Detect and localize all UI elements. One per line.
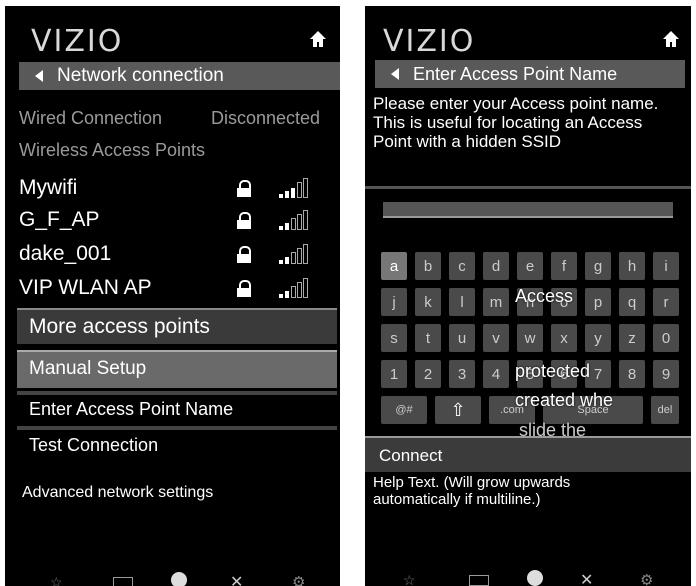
- key-2[interactable]: 2: [415, 360, 441, 388]
- key-q[interactable]: q: [619, 288, 645, 316]
- lock-icon: [237, 212, 251, 229]
- key-s[interactable]: s: [381, 324, 407, 352]
- key-y[interactable]: y: [585, 324, 611, 352]
- bottom-toolbar: ☆ ✕ ⚙: [5, 572, 340, 586]
- key-g[interactable]: g: [585, 252, 611, 280]
- close-icon[interactable]: ✕: [580, 570, 593, 586]
- key-x[interactable]: x: [551, 324, 577, 352]
- key-a[interactable]: a: [381, 252, 407, 280]
- vizio-v-icon[interactable]: [171, 572, 187, 586]
- home-icon[interactable]: [662, 30, 680, 48]
- key-1[interactable]: 1: [381, 360, 407, 388]
- signal-strength-icon: [279, 278, 309, 298]
- shift-key[interactable]: ⇧: [435, 396, 481, 424]
- vizio-logo: VIZIO: [31, 24, 124, 59]
- key-h[interactable]: h: [619, 252, 645, 280]
- enter-access-point-name-panel: VIZIO Enter Access Point Name Please ent…: [365, 6, 691, 586]
- overlay-label: created whe: [515, 390, 614, 410]
- close-icon[interactable]: ✕: [230, 572, 243, 586]
- key-8[interactable]: 8: [619, 360, 645, 388]
- help-text: Help Text. (Will grow upwards automatica…: [373, 474, 571, 508]
- bottom-toolbar: ☆ ✕ ⚙: [365, 570, 691, 586]
- lock-icon: [237, 246, 251, 263]
- network-item[interactable]: G_F_AP: [19, 208, 339, 238]
- network-connection-panel: VIZIO Network connection Wired Connectio…: [5, 6, 340, 586]
- delete-key[interactable]: del: [651, 396, 679, 424]
- access-point-name-input[interactable]: [383, 202, 673, 218]
- gear-icon[interactable]: ⚙: [292, 573, 305, 586]
- key-z[interactable]: z: [619, 324, 645, 352]
- screen-icon[interactable]: [469, 575, 489, 586]
- vizio-v-icon[interactable]: [527, 570, 543, 586]
- page-title: Network connection: [57, 65, 224, 86]
- key-b[interactable]: b: [415, 252, 441, 280]
- divider: [365, 186, 691, 189]
- network-name: G_F_AP: [19, 208, 100, 231]
- key-w[interactable]: w: [517, 324, 543, 352]
- back-header[interactable]: Enter Access Point Name: [375, 60, 685, 88]
- manual-setup-button[interactable]: Manual Setup: [17, 350, 337, 388]
- back-header[interactable]: Network connection: [19, 62, 340, 90]
- more-access-points-button[interactable]: More access points: [17, 308, 337, 344]
- back-arrow-icon[interactable]: [391, 68, 399, 80]
- symbols-key[interactable]: @#: [381, 396, 427, 424]
- page-title: Enter Access Point Name: [413, 63, 618, 84]
- key-c[interactable]: c: [449, 252, 475, 280]
- wired-connection-label: Wired Connection: [19, 108, 163, 128]
- network-item[interactable]: dake_001: [19, 242, 339, 272]
- advanced-network-settings-link[interactable]: Advanced network settings: [22, 484, 213, 502]
- key-f[interactable]: f: [551, 252, 577, 280]
- star-icon[interactable]: ☆: [403, 572, 416, 586]
- key-9[interactable]: 9: [653, 360, 679, 388]
- network-name: dake_001: [19, 242, 112, 265]
- gear-icon[interactable]: ⚙: [640, 571, 653, 586]
- signal-strength-icon: [279, 178, 309, 198]
- connect-button[interactable]: Connect: [365, 436, 691, 472]
- star-icon[interactable]: ☆: [50, 574, 63, 586]
- lock-icon: [237, 180, 251, 197]
- key-4[interactable]: 4: [483, 360, 509, 388]
- key-e[interactable]: e: [517, 252, 543, 280]
- key-p[interactable]: p: [585, 288, 611, 316]
- key-d[interactable]: d: [483, 252, 509, 280]
- key-0[interactable]: 0: [653, 324, 679, 352]
- network-item[interactable]: Mywifi: [19, 176, 339, 206]
- overlay-label: protected: [515, 361, 591, 381]
- network-item[interactable]: VIP WLAN AP: [19, 276, 339, 306]
- key-m[interactable]: m: [483, 288, 509, 316]
- wireless-access-points-label: Wireless Access Points: [19, 140, 206, 160]
- wired-connection-status: Disconnected: [211, 108, 321, 128]
- key-t[interactable]: t: [415, 324, 441, 352]
- network-name: VIP WLAN AP: [19, 276, 152, 299]
- overlay-label: Access: [515, 286, 574, 306]
- instructions-text: Please enter your Access point name. Thi…: [373, 94, 659, 151]
- screen-icon[interactable]: [113, 577, 133, 586]
- key-k[interactable]: k: [415, 288, 441, 316]
- lock-icon: [237, 280, 251, 297]
- key-v[interactable]: v: [483, 324, 509, 352]
- home-icon[interactable]: [309, 30, 327, 48]
- key-u[interactable]: u: [449, 324, 475, 352]
- back-arrow-icon[interactable]: [35, 70, 43, 82]
- vizio-logo: VIZIO: [383, 24, 476, 59]
- signal-strength-icon: [279, 244, 309, 264]
- enter-access-point-name-button[interactable]: Enter Access Point Name: [17, 391, 337, 425]
- key-i[interactable]: i: [653, 252, 679, 280]
- key-3[interactable]: 3: [449, 360, 475, 388]
- key-j[interactable]: j: [381, 288, 407, 316]
- network-name: Mywifi: [19, 176, 78, 199]
- test-connection-button[interactable]: Test Connection: [17, 426, 337, 462]
- key-r[interactable]: r: [653, 288, 679, 316]
- signal-strength-icon: [279, 210, 309, 230]
- key-l[interactable]: l: [449, 288, 475, 316]
